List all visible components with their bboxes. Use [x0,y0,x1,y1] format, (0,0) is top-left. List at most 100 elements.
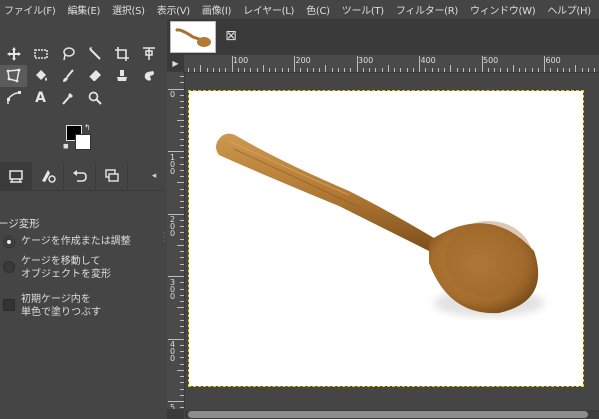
close-image-tab-icon[interactable]: ⊠ [222,27,240,45]
menu-edit[interactable]: 編集(E) [63,2,108,17]
image-thumbnail-tab[interactable] [170,21,216,53]
radio-create-adjust[interactable] [3,236,15,248]
ruler-tick [287,68,289,72]
text-tool-icon[interactable]: A [27,87,54,109]
ruler-tick [180,288,184,290]
menu-layer[interactable]: レイヤー(L) [239,2,302,17]
lasso-tool-icon[interactable] [54,43,81,65]
option-move-transform[interactable]: ケージを移動して オブジェクトを変形 [3,255,111,281]
vertical-ruler: 01002003004005 [167,72,185,409]
rect-select-tool-icon[interactable] [27,43,54,65]
h-ruler-label: 400 [420,56,436,65]
reset-colors-icon[interactable]: ◼ [63,142,69,150]
ruler-tick [281,68,283,72]
color-picker-tool-icon[interactable] [54,87,81,109]
clone-tool-icon[interactable] [108,65,135,87]
ruler-tick [556,68,558,72]
tool-options-tab-icon[interactable] [0,162,32,190]
bucket-fill-tool-icon[interactable] [27,65,54,87]
navigate-corner-icon[interactable] [167,409,184,419]
ruler-tick [180,263,184,265]
device-status-tab-icon[interactable] [32,162,64,190]
ruler-tick [400,68,402,72]
ruler-tick [180,251,184,252]
ruler-tick [180,132,184,134]
ruler-tick [450,65,452,72]
ruler-tick [180,282,184,284]
option-create-adjust[interactable]: ケージを作成または調整 [3,235,131,248]
ruler-tick [180,76,184,77]
menu-colors[interactable]: 色(C) [302,2,338,17]
undo-history-tab-icon[interactable] [64,162,96,190]
panel-splitter[interactable]: · · · [163,230,166,246]
swap-colors-icon[interactable]: ↰ [84,123,91,132]
ruler-tick [177,119,184,121]
ruler-tick [369,68,370,72]
dock-tab-bar: ◂ [0,162,165,191]
menu-file[interactable]: ファイル(F) [0,2,63,17]
image-tab-strip: ⊠ [167,19,599,55]
ruler-tick [180,232,184,234]
ruler-tick [212,68,214,72]
tool-options-title: ージ変形 [0,218,40,230]
ruler-tick [180,207,184,209]
ruler-tick [525,68,527,72]
zoom-tool-icon[interactable] [81,87,108,109]
menu-view[interactable]: 表示(V) [153,2,198,17]
ruler-tick [250,68,252,72]
eraser-tool-icon[interactable] [81,65,108,87]
horizontal-scrollbar-thumb[interactable] [188,411,588,418]
ruler-tick [180,332,184,334]
fuzzy-select-tool-icon[interactable] [81,43,108,65]
wooden-spoon-image [216,133,544,317]
ruler-tick [180,226,184,227]
paths-tool-icon[interactable] [0,87,27,109]
menu-help[interactable]: ヘルプ(H) [543,2,599,17]
menu-image[interactable]: 画像(I) [198,2,239,17]
align-tool-icon[interactable] [135,43,162,65]
option-move-transform-label-1: ケージを移動して [21,256,101,267]
menu-windows[interactable]: ウィンドウ(W) [466,2,543,17]
ruler-tick [437,68,439,72]
smudge-tool-icon[interactable] [135,65,162,87]
ruler-tick [177,244,184,246]
crop-tool-icon[interactable] [108,43,135,65]
ruler-tick [462,68,464,72]
images-tab-icon[interactable] [96,162,128,190]
ruler-tick [306,68,308,72]
ruler-tick [180,94,184,96]
option-fill-label-2: 単色で塗りつぶす [21,307,102,318]
cage-transform-tool-icon[interactable] [0,65,27,87]
ruler-tick [487,68,489,72]
ruler-tick [180,351,184,352]
ruler-tick [562,68,564,72]
menu-select[interactable]: 選択(S) [108,2,153,17]
option-fill-cage[interactable]: 初期ケージ内を 単色で塗りつぶす [3,293,101,319]
ruler-tick [180,201,184,202]
ruler-tick [180,357,184,359]
ruler-tick [300,68,302,72]
ruler-tick [180,344,184,346]
radio-move-transform[interactable] [3,261,15,273]
canvas-viewport[interactable] [185,73,599,409]
fg-bg-color-selector[interactable]: ◼ ↰ [62,123,94,153]
ruler-tick [180,294,184,296]
menu-tools[interactable]: ツール(T) [338,2,392,17]
menu-filters[interactable]: フィルター(R) [392,2,466,17]
h-ruler-label: 200 [295,56,311,65]
horizontal-scrollbar[interactable] [185,410,599,419]
ruler-tick [177,369,184,371]
ruler-tick [325,65,327,72]
ruler-tick [531,68,533,72]
quick-mask-corner-icon[interactable]: ▶ [167,55,184,72]
checkbox-fill-cage[interactable] [3,299,15,311]
move-tool-icon[interactable] [0,43,27,65]
background-color-swatch[interactable] [75,134,91,150]
menu-bar: ファイル(F) 編集(E) 選択(S) 表示(V) 画像(I) レイヤー(L) … [0,0,599,19]
ruler-tick [569,68,570,72]
image-canvas[interactable] [188,90,584,387]
dock-menu-icon[interactable]: ◂ [143,162,165,190]
h-ruler-label: 300 [358,56,374,65]
paintbrush-tool-icon[interactable] [54,65,81,87]
ruler-tick [344,68,345,72]
